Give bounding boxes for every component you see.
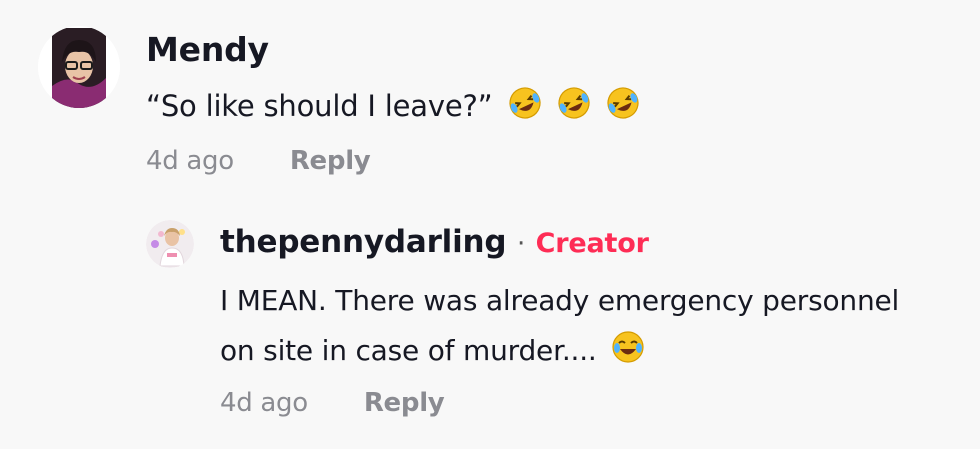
reply-comment: thepennydarling · Creator I MEAN. There … [0, 200, 980, 449]
face-with-tears-of-joy-icon [611, 330, 645, 371]
reply-button[interactable]: Reply [364, 388, 445, 418]
rolling-on-floor-laughing-icon [557, 86, 591, 127]
separator-dot: · [516, 229, 526, 259]
user-avatar-icon [38, 26, 120, 108]
reply-text-line-1: I MEAN. There was already emergency pers… [220, 284, 900, 317]
reply-text-line-2: on site in case of murder.... [220, 330, 645, 371]
reply-meta: 4d ago Reply [220, 388, 445, 418]
reply-text-content: on site in case of murder.... [220, 334, 597, 367]
reply-username-row: thepennydarling · Creator [220, 224, 649, 260]
comment-timestamp: 4d ago [146, 146, 234, 176]
avatar[interactable] [38, 26, 120, 108]
rolling-on-floor-laughing-icon [606, 86, 640, 127]
rolling-on-floor-laughing-icon [508, 86, 542, 127]
reply-button[interactable]: Reply [290, 146, 371, 176]
avatar[interactable] [146, 220, 194, 268]
comment: Mendy “So like should I leave?” 4d ago R… [0, 0, 980, 200]
reply-username[interactable]: thepennydarling [220, 224, 507, 260]
comment-text-content: “So like should I leave?” [146, 89, 493, 123]
user-avatar-icon [146, 220, 194, 268]
creator-badge: Creator [535, 228, 649, 259]
comment-text: “So like should I leave?” [146, 86, 640, 127]
reply-timestamp: 4d ago [220, 388, 308, 418]
comment-meta: 4d ago Reply [146, 146, 371, 176]
comment-username[interactable]: Mendy [146, 30, 269, 69]
